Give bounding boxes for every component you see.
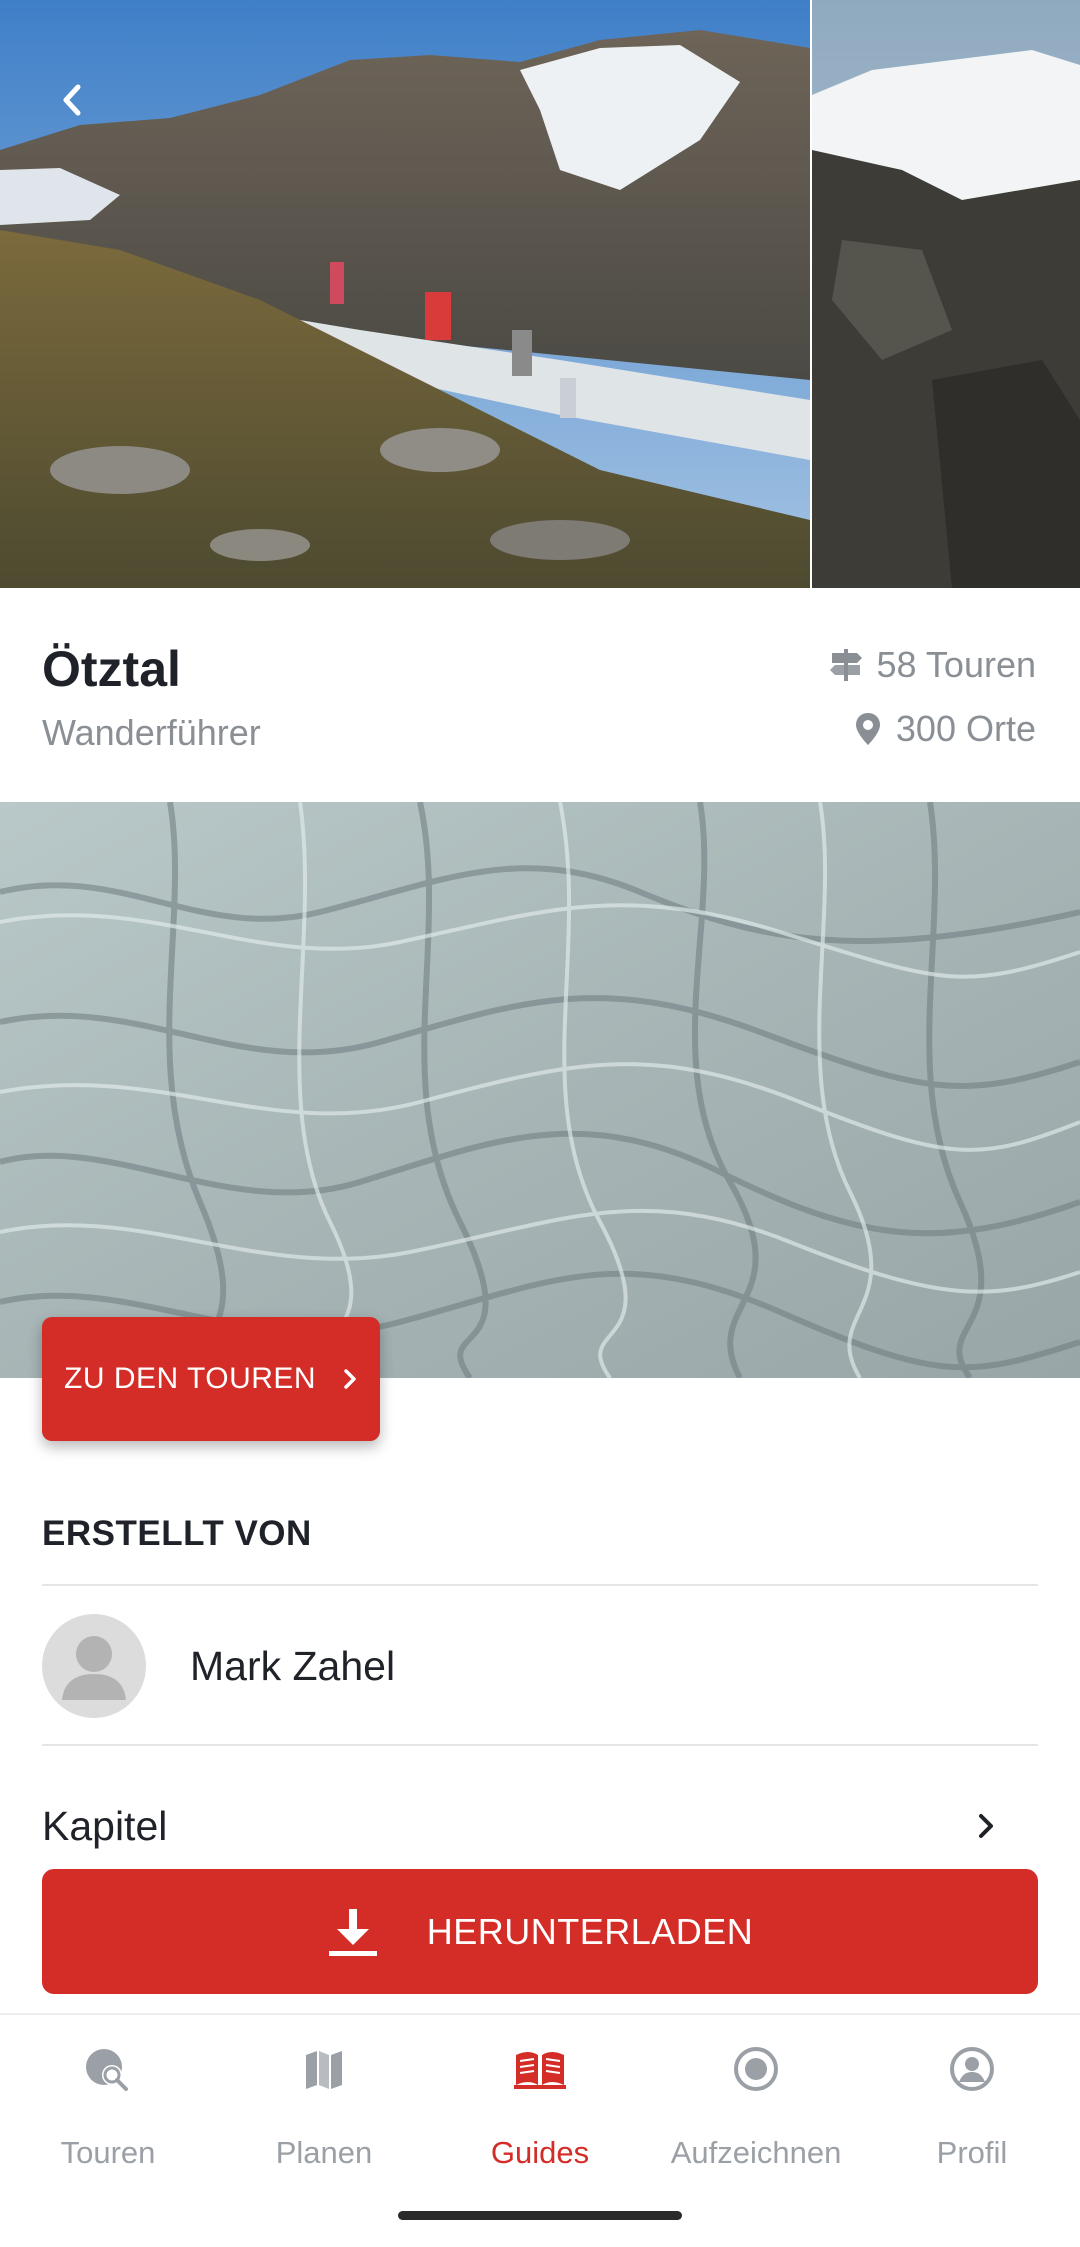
- download-label: HERUNTERLADEN: [426, 1910, 754, 1952]
- nav-tab-aufzeichnen[interactable]: Aufzeichnen: [648, 2041, 864, 2171]
- back-button[interactable]: [42, 70, 102, 130]
- author-row[interactable]: Mark Zahel: [42, 1586, 1038, 1746]
- tour-search-icon: [86, 2049, 128, 2091]
- to-tours-button[interactable]: ZU DEN TOUREN: [42, 1317, 380, 1441]
- map-icon: [306, 2051, 342, 2089]
- chevron-right-icon: [979, 1814, 993, 1838]
- nav-label-profil: Profil: [936, 2135, 1008, 2170]
- nav-label-aufzeichnen: Aufzeichnen: [670, 2135, 842, 2170]
- tours-count: 58 Touren: [829, 644, 1036, 686]
- places-count-label: 300 Orte: [895, 708, 1036, 749]
- book-icon: [514, 2052, 566, 2089]
- nav-label-guides: Guides: [490, 2135, 590, 2170]
- person-placeholder-icon: [62, 1636, 126, 1700]
- nav-label-touren: Touren: [60, 2135, 156, 2170]
- chapters-label: Kapitel: [42, 1802, 168, 1849]
- chevron-right-icon: [344, 1369, 356, 1389]
- home-indicator: [398, 2211, 682, 2220]
- hero-photo-hikers[interactable]: [0, 0, 810, 588]
- places-count: 300 Orte: [854, 708, 1036, 750]
- hero-gallery[interactable]: [0, 0, 1080, 588]
- divider: [42, 1744, 1038, 1746]
- download-button[interactable]: HERUNTERLADEN: [42, 1869, 1038, 1994]
- record-icon: [734, 2047, 778, 2091]
- author-name: Mark Zahel: [190, 1642, 396, 1689]
- nav-tab-touren[interactable]: Touren: [0, 2041, 216, 2171]
- nav-label-planen: Planen: [275, 2135, 373, 2170]
- guide-type: Wanderführer: [42, 712, 261, 753]
- nav-tab-guides[interactable]: Guides: [432, 2041, 648, 2171]
- created-by-heading: ERSTELLT VON: [42, 1514, 312, 1553]
- relief-map[interactable]: [0, 802, 1080, 1378]
- nav-tab-profil[interactable]: Profil: [864, 2041, 1080, 2171]
- profile-icon: [950, 2047, 994, 2091]
- location-pin-icon: [855, 713, 880, 745]
- hero-photo-glacier[interactable]: [812, 0, 1080, 588]
- avatar: [42, 1614, 146, 1718]
- download-icon: [328, 1908, 377, 1956]
- signpost-icon: [829, 649, 862, 681]
- tours-count-label: 58 Touren: [876, 644, 1036, 685]
- chevron-left-icon: [63, 84, 81, 116]
- to-tours-label: ZU DEN TOUREN: [64, 1362, 317, 1395]
- nav-tab-planen[interactable]: Planen: [216, 2041, 432, 2171]
- chapters-row[interactable]: Kapitel: [42, 1790, 1038, 1862]
- page-title: Ötztal: [42, 641, 181, 697]
- guide-header: Ötztal Wanderführer 58 Touren 300 Orte: [0, 588, 1080, 802]
